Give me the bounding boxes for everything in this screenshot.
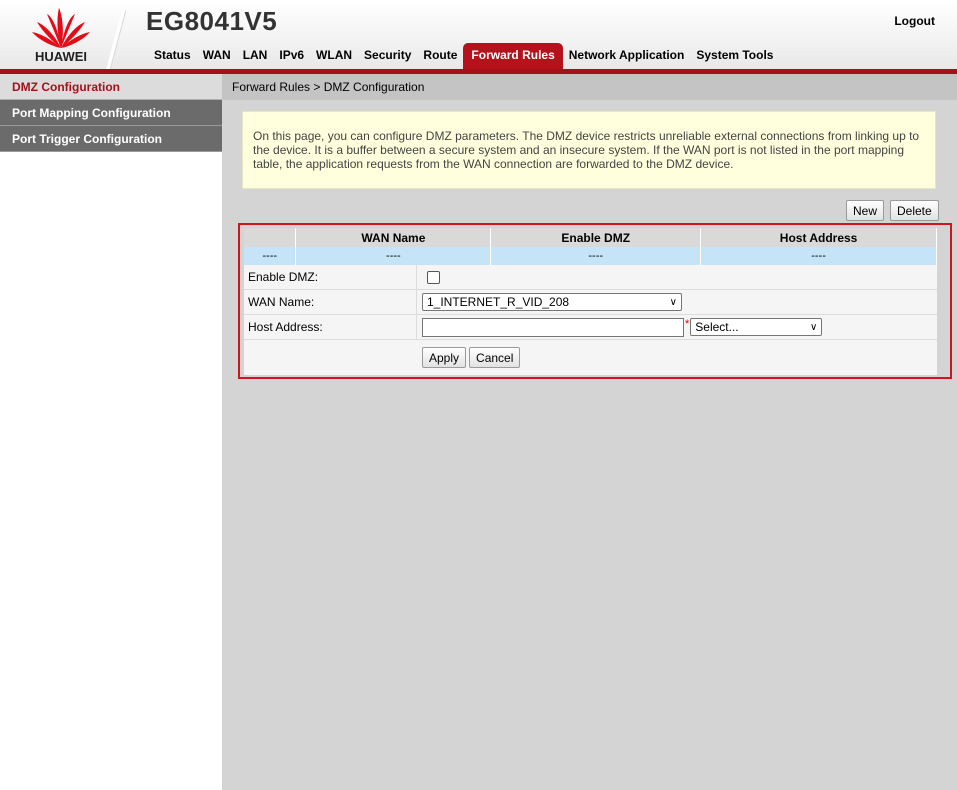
- tab-lan[interactable]: LAN: [237, 48, 274, 69]
- new-button[interactable]: New: [846, 200, 885, 221]
- tab-security[interactable]: Security: [358, 48, 417, 69]
- highlight-box: [238, 223, 952, 379]
- brand-name: HUAWEI: [35, 49, 87, 64]
- sidebar-item-dmz-configuration[interactable]: DMZ Configuration: [0, 74, 222, 100]
- sidebar-item-port-mapping[interactable]: Port Mapping Configuration: [0, 100, 222, 126]
- tab-system-tools[interactable]: System Tools: [690, 48, 779, 69]
- tab-status[interactable]: Status: [148, 48, 197, 69]
- logout-link[interactable]: Logout: [894, 14, 935, 28]
- header-divider: [106, 10, 126, 70]
- main-nav: Status WAN LAN IPv6 WLAN Security Route …: [148, 43, 779, 69]
- delete-button[interactable]: Delete: [890, 200, 939, 221]
- tab-forward-rules[interactable]: Forward Rules: [463, 43, 563, 69]
- tab-ipv6[interactable]: IPv6: [273, 48, 310, 69]
- tab-wan[interactable]: WAN: [197, 48, 237, 69]
- breadcrumb: Forward Rules > DMZ Configuration: [222, 74, 957, 100]
- tab-route[interactable]: Route: [417, 48, 463, 69]
- info-box: On this page, you can configure DMZ para…: [242, 111, 936, 189]
- router-admin-page: HUAWEI EG8041V5 Logout Status WAN LAN IP…: [0, 0, 957, 790]
- tab-network-application[interactable]: Network Application: [563, 48, 691, 69]
- model-title: EG8041V5: [146, 6, 278, 36]
- huawei-logo: HUAWEI: [0, 0, 122, 69]
- header: HUAWEI EG8041V5 Logout Status WAN LAN IP…: [0, 0, 957, 70]
- sidebar-item-port-trigger[interactable]: Port Trigger Configuration: [0, 126, 222, 152]
- sidebar: DMZ Configuration Port Mapping Configura…: [0, 74, 222, 790]
- huawei-flower-icon: [32, 8, 90, 48]
- main-content: Forward Rules > DMZ Configuration On thi…: [222, 74, 957, 790]
- tab-wlan[interactable]: WLAN: [310, 48, 358, 69]
